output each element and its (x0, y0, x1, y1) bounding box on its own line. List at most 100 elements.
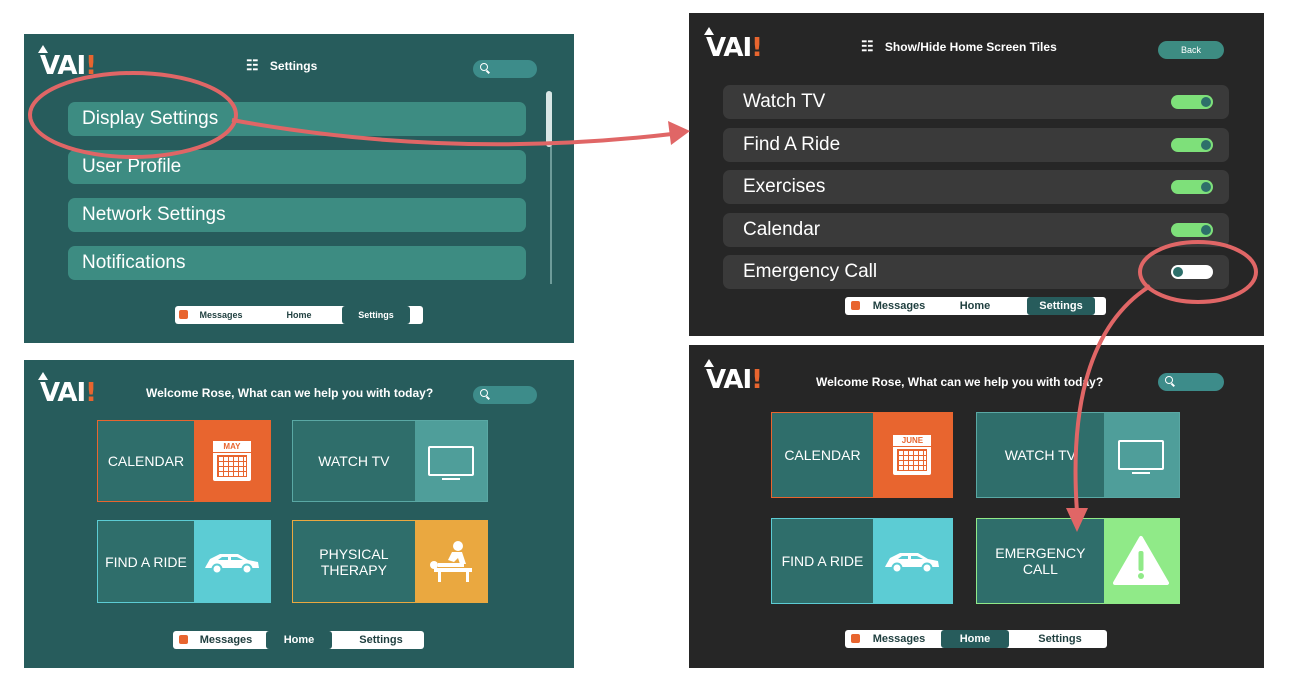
toggle-find-a-ride[interactable] (1171, 138, 1213, 152)
scrollbar-thumb[interactable] (546, 91, 552, 147)
tile-icon-area: MAY (193, 421, 270, 501)
search-icon (480, 63, 488, 71)
tile-calendar[interactable]: CALENDAR MAY (97, 420, 271, 502)
toggle-exercises[interactable] (1171, 180, 1213, 194)
nav-settings[interactable]: Settings (1027, 297, 1095, 315)
arrowhead (668, 121, 690, 145)
toggle-knob (1201, 182, 1211, 192)
nav-settings[interactable]: Settings (342, 306, 410, 324)
messages-icon (851, 301, 860, 310)
tile-label: CALENDAR (98, 421, 194, 501)
nav-messages[interactable]: Messages (195, 631, 257, 649)
sliders-icon: ☷ (246, 57, 259, 73)
tile-label: CALENDAR (772, 413, 873, 497)
tile-find-a-ride[interactable]: FIND A RIDE (771, 518, 953, 604)
bottom-nav: Messages Home Settings (173, 631, 424, 649)
tile-find-a-ride[interactable]: FIND A RIDE (97, 520, 271, 603)
tile-row-watch-tv: Watch TV (723, 85, 1229, 119)
vai-logo: VAI! (704, 359, 763, 395)
nav-settings[interactable]: Settings (1027, 630, 1093, 648)
vai-logo: VAI! (38, 45, 97, 81)
physical-therapy-icon (429, 540, 472, 582)
nav-home[interactable]: Home (941, 630, 1009, 648)
tile-label: FIND A RIDE (98, 521, 194, 602)
tile-calendar[interactable]: CALENDAR JUNE (771, 412, 953, 498)
nav-settings[interactable]: Settings (348, 631, 414, 649)
tile-row-exercises: Exercises (723, 170, 1229, 204)
tile-icon-area (872, 519, 952, 603)
search-field[interactable] (473, 386, 537, 404)
calendar-icon: JUNE (893, 435, 932, 475)
search-field[interactable] (473, 60, 537, 78)
toggle-calendar[interactable] (1171, 223, 1213, 237)
nav-messages[interactable]: Messages (193, 306, 249, 324)
nav-home[interactable]: Home (945, 297, 1005, 315)
vai-logo: VAI! (704, 27, 763, 63)
row-label: Exercises (743, 176, 826, 197)
search-icon (1165, 376, 1173, 384)
tv-icon (427, 446, 474, 480)
menu-network-settings[interactable]: Network Settings (68, 198, 526, 232)
tile-physical-therapy[interactable]: PHYSICAL THERAPY (292, 520, 488, 603)
messages-icon (851, 634, 860, 643)
row-label: Find A Ride (743, 134, 841, 155)
sliders-icon: ☷ (861, 38, 874, 54)
show-hide-tiles-screen: VAI! ☷ Show/Hide Home Screen Tiles Back … (689, 13, 1264, 336)
nav-messages[interactable]: Messages (867, 630, 931, 648)
tile-emergency-call[interactable]: EMERGENCY CALL (976, 518, 1180, 604)
vai-logo: VAI! (38, 372, 97, 408)
calendar-icon: MAY (212, 441, 251, 481)
toggle-knob (1173, 267, 1183, 277)
tile-icon-area (1103, 413, 1179, 497)
toggle-knob (1201, 97, 1211, 107)
messages-icon (179, 310, 188, 319)
settings-header: ☷ Settings (246, 57, 317, 74)
search-field[interactable] (1158, 373, 1224, 391)
tile-icon-area (193, 521, 270, 602)
logo-arrow-icon (38, 372, 48, 380)
tv-icon (1118, 440, 1165, 474)
tile-row-find-a-ride: Find A Ride (723, 128, 1229, 162)
messages-icon (179, 635, 188, 644)
bottom-nav: Messages Home Settings (845, 630, 1107, 648)
tile-watch-tv[interactable]: WATCH TV (976, 412, 1180, 498)
bottom-nav: Messages Home Settings (175, 306, 423, 324)
nav-home[interactable]: Home (266, 631, 332, 649)
logo-arrow-icon (38, 45, 48, 53)
tile-row-emergency-call: Emergency Call (723, 255, 1229, 289)
toggle-watch-tv[interactable] (1171, 95, 1213, 109)
nav-home[interactable]: Home (271, 306, 327, 324)
tile-label: PHYSICAL THERAPY (293, 521, 415, 602)
toggle-knob (1201, 140, 1211, 150)
row-label: Calendar (743, 219, 821, 240)
back-button[interactable]: Back (1158, 41, 1224, 59)
logo-arrow-icon (704, 27, 714, 35)
bottom-nav: Messages Home Settings (845, 297, 1106, 315)
welcome-text: Welcome Rose, What can we help you with … (146, 386, 434, 400)
menu-notifications[interactable]: Notifications (68, 246, 526, 280)
toggle-emergency-call[interactable] (1171, 265, 1213, 279)
settings-screen: VAI! ☷ Settings Display Settings User Pr… (24, 34, 574, 343)
home-screen-dark: VAI! Welcome Rose, What can we help you … (689, 345, 1264, 668)
tile-label: WATCH TV (293, 421, 415, 501)
car-icon (204, 553, 259, 574)
menu-display-settings[interactable]: Display Settings (68, 102, 526, 136)
row-label: Watch TV (743, 91, 826, 112)
nav-messages[interactable]: Messages (867, 297, 931, 315)
page-title: Settings (269, 59, 318, 73)
tile-icon-area (1103, 519, 1179, 603)
tile-icon-area (414, 421, 487, 501)
menu-user-profile[interactable]: User Profile (68, 150, 526, 184)
welcome-text: Welcome Rose, What can we help you with … (816, 375, 1104, 389)
tile-row-calendar: Calendar (723, 213, 1229, 247)
row-label: Emergency Call (743, 261, 878, 282)
tile-watch-tv[interactable]: WATCH TV (292, 420, 488, 502)
tile-label: EMERGENCY CALL (977, 519, 1104, 603)
tiles-header: ☷ Show/Hide Home Screen Tiles (861, 38, 1057, 55)
tile-label: FIND A RIDE (772, 519, 873, 603)
tile-label: WATCH TV (977, 413, 1104, 497)
toggle-knob (1201, 225, 1211, 235)
logo-arrow-icon (704, 359, 714, 367)
page-title: Show/Hide Home Screen Tiles (884, 40, 1057, 54)
car-icon (885, 553, 940, 574)
